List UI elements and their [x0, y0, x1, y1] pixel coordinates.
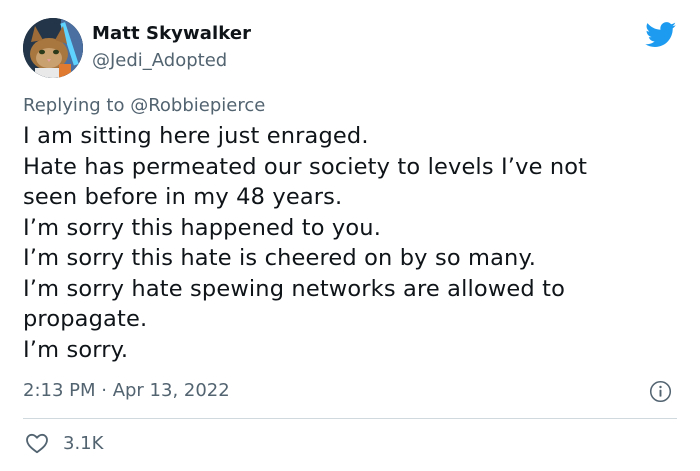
heart-icon	[26, 433, 48, 454]
twitter-bird-icon[interactable]	[645, 22, 677, 48]
tweet-line: I am sitting here just enraged.	[23, 123, 369, 149]
tweet-line: seen before in my 48 years.	[23, 184, 343, 210]
tweet-card: Matt Skywalker @Jedi_Adopted Replying to…	[0, 0, 700, 471]
reply-context: Replying to @Robbiepierce	[23, 95, 265, 116]
tweet-timestamp[interactable]: 2:13 PM · Apr 13, 2022	[23, 380, 230, 401]
tweet-line: propagate.	[23, 306, 148, 332]
cat-avatar-icon	[23, 18, 83, 78]
tweet-line: I’m sorry hate spewing networks are allo…	[23, 275, 565, 302]
tweet-line: Hate has permeated our society to levels…	[23, 153, 588, 180]
info-icon[interactable]	[649, 380, 672, 403]
tweet-body: I am sitting here just enraged. Hate has…	[23, 121, 683, 365]
author-handle[interactable]: @Jedi_Adopted	[92, 50, 227, 71]
tweet-line: I’m sorry this happened to you.	[23, 214, 382, 241]
like-count: 3.1K	[63, 432, 104, 454]
reply-mention-link[interactable]: @Robbiepierce	[130, 95, 265, 116]
reply-prefix: Replying to	[23, 95, 125, 116]
author-display-name[interactable]: Matt Skywalker	[92, 23, 251, 44]
avatar[interactable]	[23, 18, 83, 78]
tweet-line: I’m sorry this hate is cheered on by so …	[23, 245, 537, 271]
like-button[interactable]: 3.1K	[25, 431, 103, 455]
tweet-line: I’m sorry.	[23, 336, 129, 363]
divider	[23, 418, 677, 419]
